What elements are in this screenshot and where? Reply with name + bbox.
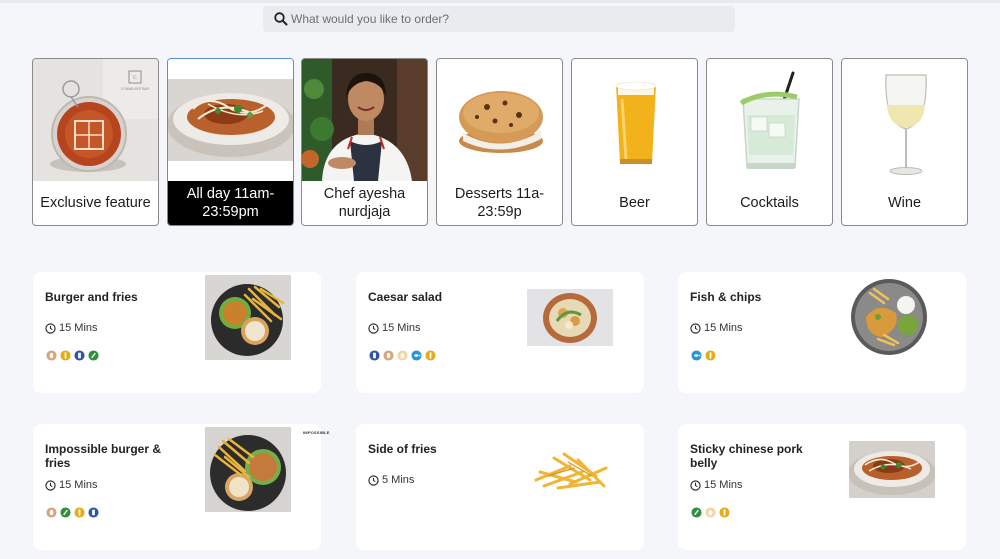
desserts-image [437,59,562,181]
menu-item-fish-and-chips[interactable]: Fish & chips 15 Mins [678,272,966,393]
item-time-text: 15 Mins [704,322,743,334]
item-prep-time: 15 Mins [45,322,98,334]
item-title: Side of fries [368,442,437,456]
item-title: Caesar salad [368,290,443,304]
menu-item-burger-and-fries[interactable]: Burger and fries 15 Mins [33,272,321,393]
impossible-burger-image [205,427,291,512]
pork-belly-image [849,441,935,498]
search-icon [273,11,289,27]
wheat-icon [425,350,436,361]
exclusive-feature-image: C CONNAUGHT BAR [33,59,158,181]
category-label: Beer [619,195,650,211]
item-title: Impossible burger & fries [45,442,162,470]
burger-fries-image [205,275,291,360]
category-label: All day 11am-23:59pm [168,181,293,225]
item-prep-time: 15 Mins [690,479,743,491]
top-divider [0,0,1000,3]
wheat-icon [74,507,85,518]
category-wine[interactable]: Wine [841,58,968,226]
menu-item-caesar-salad[interactable]: Caesar salad 15 Mins [356,272,644,393]
egg-icon [397,350,408,361]
wheat-icon [60,350,71,361]
allergen-tags [691,507,730,518]
menu-item-sticky-pork-belly[interactable]: Sticky chinese pork belly 15 Mins [678,424,966,550]
category-label: Cocktails [740,195,799,211]
peanut-icon [46,350,57,361]
category-label: Wine [887,195,922,211]
egg-icon [705,507,716,518]
milk-icon [369,350,380,361]
item-time-text: 5 Mins [382,474,415,486]
menu-item-side-of-fries[interactable]: Side of fries 5 Mins [356,424,644,550]
allergen-tags [369,350,436,361]
category-exclusive-feature[interactable]: C CONNAUGHT BAR Exclusive feature [32,58,159,226]
item-time-text: 15 Mins [59,479,98,491]
allergen-tags [691,350,716,361]
item-time-text: 15 Mins [382,322,421,334]
category-chef-ayesha[interactable]: Chef ayesha nurdjaja [301,58,428,226]
item-prep-time: 15 Mins [690,322,743,334]
connaught-bar-mark: CONNAUGHT BAR [121,87,150,91]
menu-page: C CONNAUGHT BAR Exclusive feature [0,0,1000,559]
fish-chips-image [848,277,930,357]
clock-icon [368,474,379,486]
celery-icon [88,350,99,361]
item-prep-time: 15 Mins [368,322,421,334]
category-beer[interactable]: Beer [571,58,698,226]
fries-image [530,446,612,494]
item-title: Fish & chips [690,290,762,304]
celery-icon [60,507,71,518]
celery-icon [691,507,702,518]
caesar-salad-image [527,289,613,346]
all-day-image [168,59,293,181]
item-time-text: 15 Mins [704,479,743,491]
search-bar[interactable] [263,6,735,32]
category-desserts[interactable]: Desserts 11a-23:59p [436,58,563,226]
category-label: Exclusive feature [40,195,151,211]
item-title: Burger and fries [45,290,138,304]
search-input[interactable] [291,12,721,26]
item-prep-time: 5 Mins [368,474,414,486]
chef-photo [302,59,427,181]
clock-icon [690,322,701,334]
item-title: Sticky chinese pork belly [690,442,803,470]
item-time-text: 15 Mins [59,322,98,334]
clock-icon [45,479,56,491]
impossible-logo: IMPOSSIBLE [303,430,330,435]
fish-icon [691,350,702,361]
menu-item-impossible-burger[interactable]: Impossible burger & fries 15 Mins IMPOSS… [33,424,329,550]
category-all-day[interactable]: All day 11am-23:59pm [167,58,294,226]
milk-icon [88,507,99,518]
wheat-icon [719,507,730,518]
peanut-icon [46,507,57,518]
clock-icon [368,322,379,334]
fish-icon [411,350,422,361]
category-label: Desserts 11a-23:59p [454,186,545,220]
allergen-tags [46,350,99,361]
peanut-icon [383,350,394,361]
milk-icon [74,350,85,361]
category-cocktails[interactable]: Cocktails [706,58,833,226]
allergen-tags [46,507,99,518]
category-label: Chef ayesha nurdjaja [323,186,406,220]
wheat-icon [705,350,716,361]
clock-icon [690,479,701,491]
clock-icon [45,322,56,334]
beer-image [572,59,697,181]
cocktails-image [707,59,832,181]
wine-image [842,59,967,181]
item-prep-time: 15 Mins [45,479,98,491]
